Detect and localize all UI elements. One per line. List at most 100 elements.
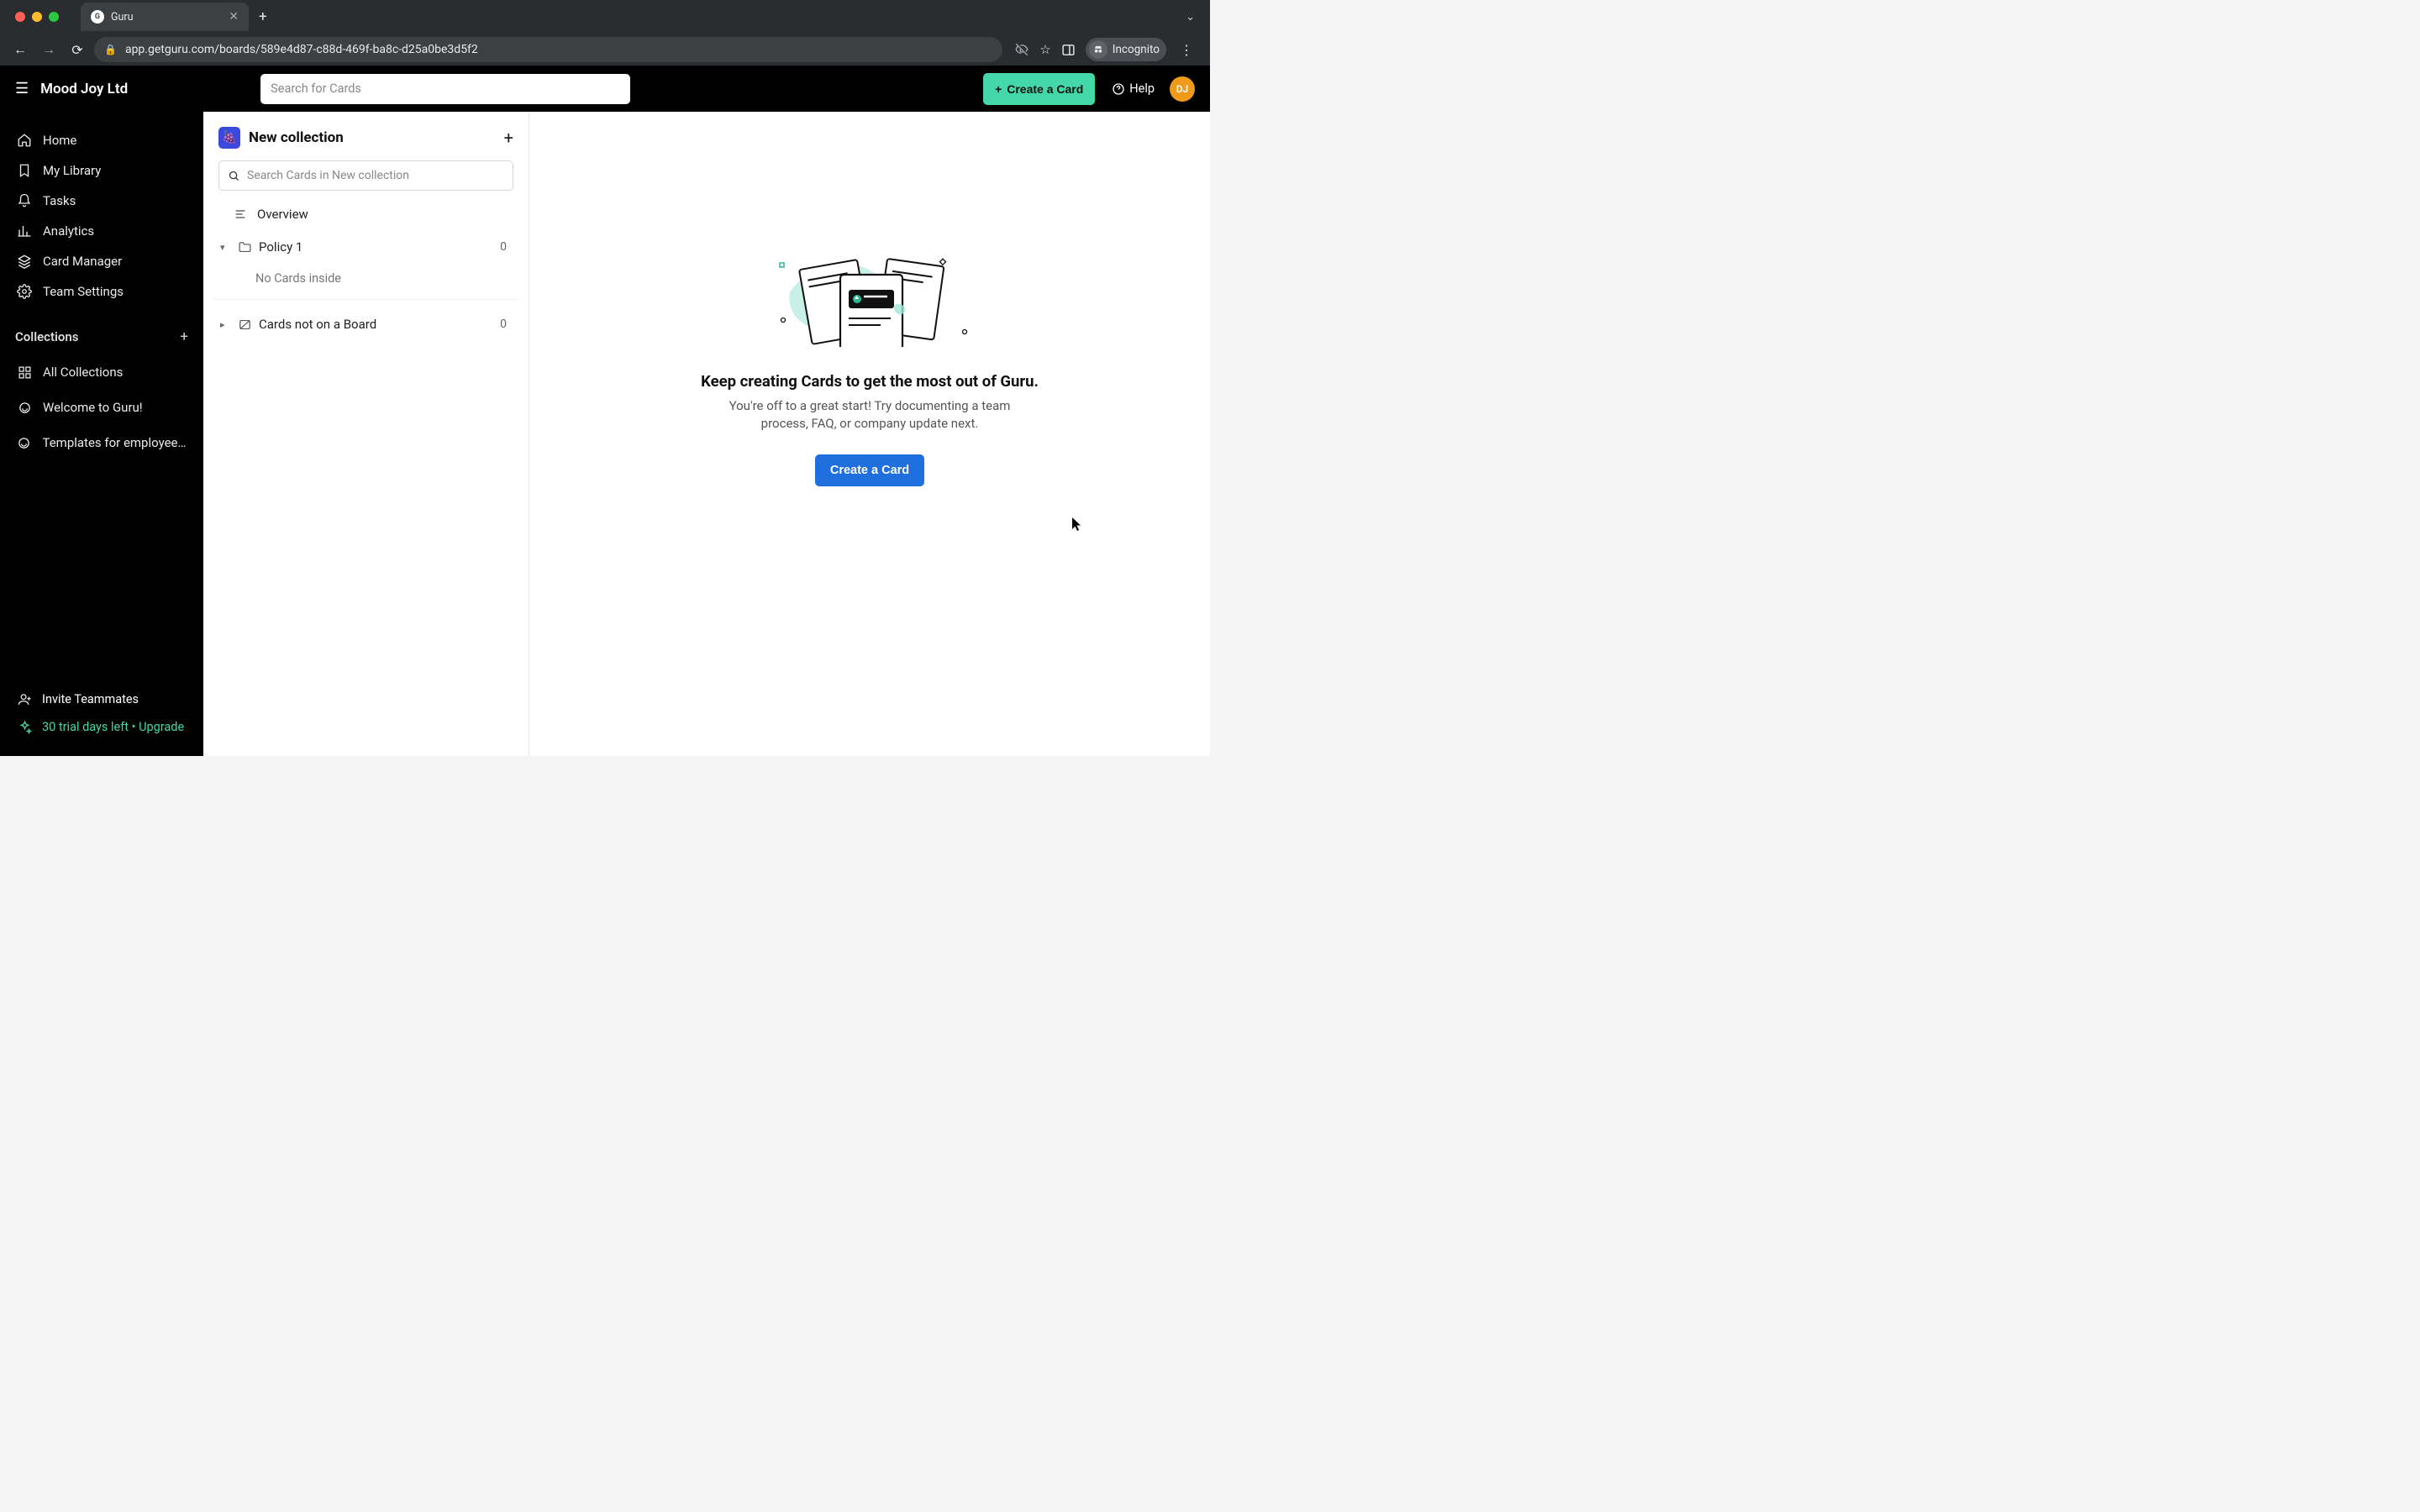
loose-cards-row[interactable]: ▸ Cards not on a Board 0 [210, 308, 522, 340]
sidebar-item-card-manager[interactable]: Card Manager [0, 246, 203, 276]
avatar[interactable]: DJ [1170, 76, 1195, 102]
collection-search-input[interactable]: Search Cards in New collection [218, 160, 513, 191]
chart-icon [17, 223, 32, 239]
search-icon [228, 170, 240, 182]
back-button[interactable]: ← [8, 41, 32, 58]
cta-label: Create a Card [830, 464, 909, 477]
app-header: ☰ Mood Joy Ltd Search for Cards + Create… [0, 66, 1210, 112]
mouse-cursor-icon [1071, 517, 1083, 532]
upgrade-label: 30 trial days left • Upgrade [42, 720, 184, 734]
loose-cards-label: Cards not on a Board [259, 317, 376, 332]
window-close-icon[interactable] [15, 12, 25, 22]
lock-icon: 🔒 [104, 44, 117, 55]
sparkle-icon [17, 720, 32, 734]
sidebar-collection-all[interactable]: All Collections [0, 357, 203, 387]
eye-off-icon[interactable] [1014, 42, 1029, 57]
guru-icon [17, 436, 31, 450]
main-content: Keep creating Cards to get the most out … [529, 112, 1210, 756]
sidebar-item-analytics[interactable]: Analytics [0, 216, 203, 246]
invite-label: Invite Teammates [42, 692, 139, 706]
loose-cards-count: 0 [500, 318, 507, 331]
window-maximize-icon[interactable] [49, 12, 59, 22]
window-controls [7, 12, 67, 22]
brand-name[interactable]: Mood Joy Ltd [40, 81, 128, 97]
tabs-dropdown-icon[interactable]: ⌄ [1186, 11, 1195, 24]
sidebar-item-library[interactable]: My Library [0, 155, 203, 186]
bookmark-icon [17, 163, 32, 178]
forward-button[interactable]: → [37, 41, 60, 58]
upgrade-link[interactable]: 30 trial days left • Upgrade [0, 713, 203, 741]
collections-heading-row: Collections + [0, 328, 203, 345]
panel-icon[interactable] [1061, 43, 1076, 57]
overview-icon [234, 207, 247, 221]
create-card-label: Create a Card [1007, 82, 1083, 96]
folder-icon [237, 240, 252, 255]
plus-icon: + [995, 82, 1002, 96]
add-collection-button[interactable]: + [180, 328, 188, 345]
collection-label: Templates for employee ... [42, 435, 187, 450]
address-row: ← → ⟳ 🔒 app.getguru.com/boards/589e4d87-… [0, 34, 1210, 66]
sidebar-item-team-settings[interactable]: Team Settings [0, 276, 203, 307]
caret-down-icon[interactable]: ▾ [220, 242, 230, 253]
layers-icon [17, 254, 32, 269]
sidebar-item-label: Team Settings [43, 284, 124, 299]
invite-teammates-link[interactable]: Invite Teammates [0, 685, 203, 713]
url-text: app.getguru.com/boards/589e4d87-c88d-469… [125, 43, 478, 56]
create-card-button[interactable]: + Create a Card [983, 73, 1095, 105]
help-label: Help [1129, 81, 1155, 96]
sidebar-item-label: Home [43, 133, 76, 148]
browser-tab[interactable]: G Guru ✕ [81, 3, 249, 31]
collection-header: 🍇 New collection + [210, 127, 522, 160]
sidebar-item-label: Card Manager [43, 254, 122, 269]
tab-close-icon[interactable]: ✕ [218, 10, 239, 24]
empty-state-illustration-icon [765, 255, 975, 347]
tab-title: Guru [111, 11, 134, 24]
collection-panel: 🍇 New collection + Search Cards in New c… [203, 112, 529, 756]
create-card-cta-button[interactable]: Create a Card [815, 454, 924, 486]
address-bar[interactable]: 🔒 app.getguru.com/boards/589e4d87-c88d-4… [94, 37, 1002, 62]
incognito-badge[interactable]: Incognito [1086, 38, 1166, 61]
tab-favicon-icon: G [91, 10, 104, 24]
search-placeholder: Search for Cards [271, 81, 361, 96]
sidebar: Home My Library Tasks Analytics Card Man… [0, 112, 203, 756]
browser-chrome: G Guru ✕ + ⌄ ← → ⟳ 🔒 app.getguru.com/boa… [0, 0, 1210, 66]
collection-search-placeholder: Search Cards in New collection [247, 169, 409, 182]
collection-label: All Collections [43, 365, 123, 380]
gear-icon [17, 284, 32, 299]
empty-state-subtitle: You're off to a great start! Try documen… [710, 397, 1029, 433]
sidebar-item-tasks[interactable]: Tasks [0, 186, 203, 216]
person-add-icon [17, 692, 32, 706]
collection-list: Overview ▾ Policy 1 0 No Cards inside ▸ … [210, 197, 522, 340]
sidebar-item-label: My Library [43, 163, 101, 178]
sidebar-footer: Invite Teammates 30 trial days left • Up… [0, 685, 203, 756]
guru-icon [17, 401, 32, 415]
tab-strip: G Guru ✕ + ⌄ [0, 0, 1210, 34]
browser-menu-icon[interactable]: ⋮ [1176, 42, 1197, 58]
help-link[interactable]: Help [1112, 81, 1155, 96]
app-body: Home My Library Tasks Analytics Card Man… [0, 112, 1210, 756]
help-icon [1112, 82, 1125, 96]
folder-count: 0 [500, 240, 507, 254]
chrome-right-controls: ☆ Incognito ⋮ [1007, 38, 1202, 61]
folder-empty-text: No Cards inside [213, 263, 518, 300]
search-input[interactable]: Search for Cards [260, 74, 630, 104]
home-icon [17, 133, 32, 148]
window-minimize-icon[interactable] [32, 12, 42, 22]
incognito-icon [1089, 40, 1107, 59]
sidebar-item-home[interactable]: Home [0, 125, 203, 155]
new-tab-button[interactable]: + [259, 8, 267, 25]
star-icon[interactable]: ☆ [1039, 42, 1050, 57]
incognito-label: Incognito [1113, 43, 1160, 56]
overview-row[interactable]: Overview [210, 197, 522, 231]
collection-add-button[interactable]: + [504, 128, 513, 148]
collection-title[interactable]: New collection [249, 129, 344, 146]
menu-toggle-icon[interactable]: ☰ [15, 80, 29, 97]
sidebar-collection-welcome[interactable]: Welcome to Guru! [0, 392, 203, 423]
avatar-initials: DJ [1176, 83, 1189, 95]
folder-row[interactable]: ▾ Policy 1 0 [210, 231, 522, 263]
reload-button[interactable]: ⟳ [66, 42, 89, 58]
collection-badge-icon: 🍇 [218, 127, 240, 149]
sidebar-collection-templates[interactable]: Templates for employee ... [0, 428, 203, 458]
caret-right-icon[interactable]: ▸ [220, 319, 230, 330]
bell-icon [17, 193, 32, 208]
